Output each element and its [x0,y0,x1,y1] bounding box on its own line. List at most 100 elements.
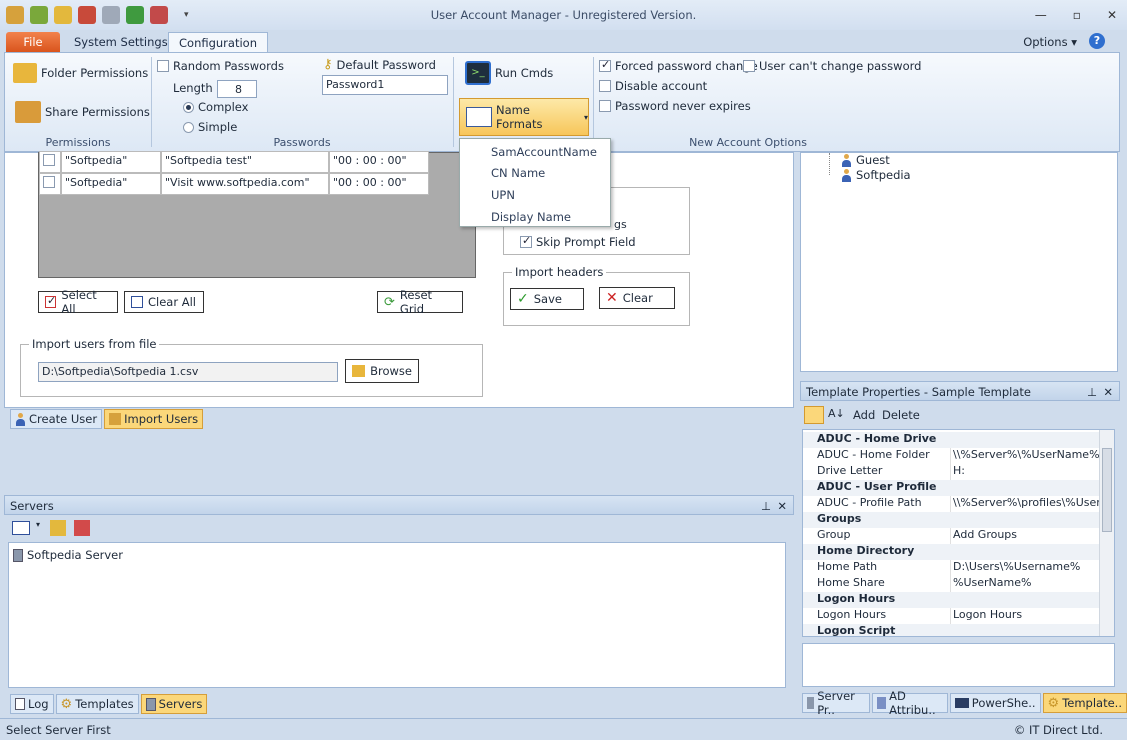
property-value[interactable]: \\%Server%\%UserName% [953,448,1099,464]
property-category[interactable]: Groups [803,512,1099,528]
property-row[interactable]: Drive Letter H: [803,464,1099,480]
property-row[interactable]: Logon Hours Logon Hours [803,608,1099,624]
random-passwords-check[interactable] [157,60,169,72]
close-icon[interactable]: ✕ [1107,8,1117,22]
remove-server-icon[interactable] [74,520,90,536]
dropdown-item-cn-name[interactable]: CN Name [491,166,545,180]
grid-cell[interactable]: "00 : 00 : 00" [329,173,429,195]
folder-permissions-button[interactable]: Folder Permissions [13,63,148,83]
property-value[interactable]: %UserName% [953,576,1099,592]
property-grid-scrollbar[interactable] [1099,430,1114,636]
minimize-icon[interactable]: — [1035,8,1047,22]
disable-account-check[interactable] [599,80,611,92]
property-category[interactable]: Logon Script [803,624,1099,636]
row-checkbox[interactable] [43,176,55,188]
grid-cell[interactable]: "00 : 00 : 00" [329,151,429,173]
delete-button[interactable]: Delete [882,408,920,422]
close-icon[interactable]: ✕ [777,499,787,513]
browse-button[interactable]: Browse [345,359,419,383]
default-password-input[interactable]: Password1 [322,75,448,95]
forced-password-change-check[interactable] [599,58,611,72]
tab-ad-attributes[interactable]: AD Attribu.. [871,689,948,717]
tab-configuration[interactable]: Configuration [168,32,268,52]
help-icon[interactable]: ? [1089,33,1105,49]
servers-label: Servers [158,697,203,711]
window-icon[interactable] [12,521,30,535]
select-all-button[interactable]: Select All [38,288,118,316]
add-button[interactable]: Add [853,408,875,422]
name-formats-button[interactable]: Name Formats ▾ [459,98,589,136]
server-props-label: Server Pr.. [817,689,855,717]
clear-all-button[interactable]: Clear All [124,291,204,313]
skip-prompt-field-checkbox[interactable]: Skip Prompt Field [520,234,636,249]
cant-change-password-check[interactable] [743,60,755,72]
categorized-icon[interactable] [804,406,824,424]
property-row[interactable]: Group Add Groups [803,528,1099,544]
grid-cell[interactable]: "Softpedia" [61,173,161,195]
scrollbar-thumb[interactable] [1102,448,1112,532]
save-headers-button[interactable]: ✓ Save [510,288,584,310]
cant-change-password-checkbox[interactable]: User can't change password [743,59,921,73]
chevron-down-icon[interactable]: ▾ [36,520,40,529]
clear-headers-button[interactable]: ✕ Clear [599,287,675,309]
tab-import-users[interactable]: Import Users [104,409,204,429]
maximize-icon[interactable]: ▫ [1073,8,1081,22]
never-expires-checkbox[interactable]: Password never expires [599,99,751,113]
dropdown-item-samaccountname[interactable]: SamAccountName [491,145,597,159]
skip-prompt-label: Skip Prompt Field [536,235,636,249]
add-server-icon[interactable] [50,520,66,536]
property-row[interactable]: ADUC - Home Folder \\%Server%\%UserName% [803,448,1099,464]
property-category[interactable]: ADUC - Home Drive [803,432,1099,448]
complex-radio[interactable]: Complex [183,100,248,114]
disable-account-checkbox[interactable]: Disable account [599,79,707,93]
property-value[interactable]: Add Groups [953,528,1099,544]
grid-cell[interactable]: "Softpedia test" [161,151,329,173]
length-spinner[interactable]: 8 [217,80,257,98]
tab-powershell[interactable]: PowerShe.. [949,693,1041,713]
pin-icon[interactable]: ⊥ [1087,385,1097,399]
accounts-tree: Guest Softpedia [800,152,1118,372]
tab-templates-right[interactable]: ⚙ Template.. [1042,693,1127,713]
grid-cell[interactable]: "Softpedia" [61,151,161,173]
share-permissions-button[interactable]: Share Permissions [15,101,150,123]
tab-templates[interactable]: ⚙ Templates [55,694,139,714]
grid-cell[interactable]: "Visit www.softpedia.com" [161,173,329,195]
property-category[interactable]: Logon Hours [803,592,1099,608]
forced-password-change-checkbox[interactable]: Forced password change [599,58,758,73]
row-checkbox[interactable] [43,154,55,166]
tab-create-user[interactable]: Create User [10,409,103,429]
dropdown-item-display-name[interactable]: Display Name [491,210,571,224]
property-value[interactable]: \\%Server%\profiles\%User [953,496,1099,512]
simple-radio[interactable]: Simple [183,120,237,134]
tab-servers[interactable]: Servers [140,694,208,714]
complex-radio-dot[interactable] [183,101,194,113]
property-row[interactable]: Home Share %UserName% [803,576,1099,592]
random-passwords-checkbox[interactable]: Random Passwords [157,59,284,73]
simple-radio-dot[interactable] [183,121,194,133]
property-category[interactable]: ADUC - User Profile [803,480,1099,496]
dropdown-item-upn[interactable]: UPN [491,188,515,202]
tab-server-properties[interactable]: Server Pr.. [802,689,870,717]
tab-log[interactable]: Log [10,694,54,714]
tree-item-softpedia[interactable]: Softpedia [841,168,911,182]
options-menu[interactable]: Options ▾ [1023,35,1077,49]
run-cmds-button[interactable]: >_ Run Cmds [465,61,553,85]
reset-grid-button[interactable]: ⟳ Reset Grid [377,288,463,316]
property-category[interactable]: Home Directory [803,544,1099,560]
pin-icon[interactable]: ⊥ [761,499,771,513]
close-icon[interactable]: ✕ [1103,385,1113,399]
folder-permissions-label: Folder Permissions [41,66,149,80]
never-expires-check[interactable] [599,100,611,112]
property-value[interactable]: D:\Users\%Username% [953,560,1099,576]
server-item[interactable]: Softpedia Server [13,548,123,562]
sort-alpha-icon[interactable]: A↓ [828,407,845,420]
property-value[interactable]: H: [953,464,1099,480]
property-row[interactable]: Home Path D:\Users\%Username% [803,560,1099,576]
skip-prompt-check[interactable] [520,234,532,248]
tab-system-settings[interactable]: System Settings [64,32,178,52]
tab-file[interactable]: File [6,32,60,52]
property-value[interactable]: Logon Hours [953,608,1099,624]
property-row[interactable]: ADUC - Profile Path \\%Server%\profiles\%… [803,496,1099,512]
import-file-path[interactable]: D:\Softpedia\Softpedia 1.csv [38,362,338,382]
tree-item-guest[interactable]: Guest [841,153,890,167]
